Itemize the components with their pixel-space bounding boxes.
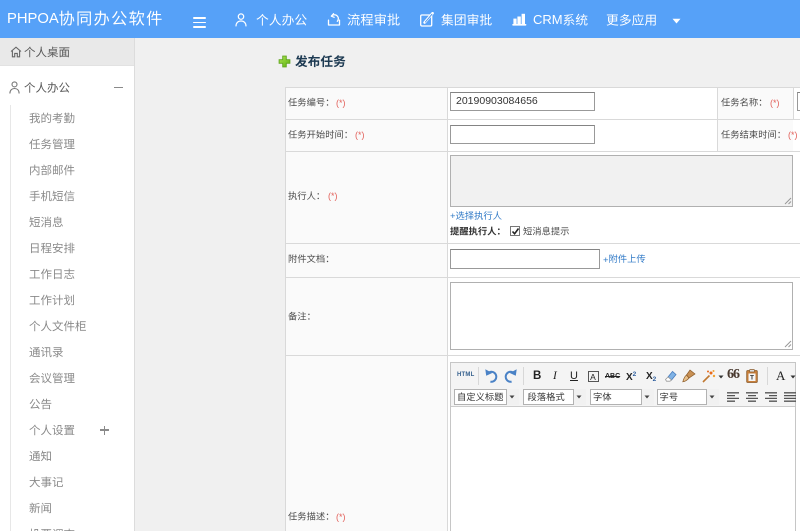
svg-text:T: T: [750, 375, 754, 382]
